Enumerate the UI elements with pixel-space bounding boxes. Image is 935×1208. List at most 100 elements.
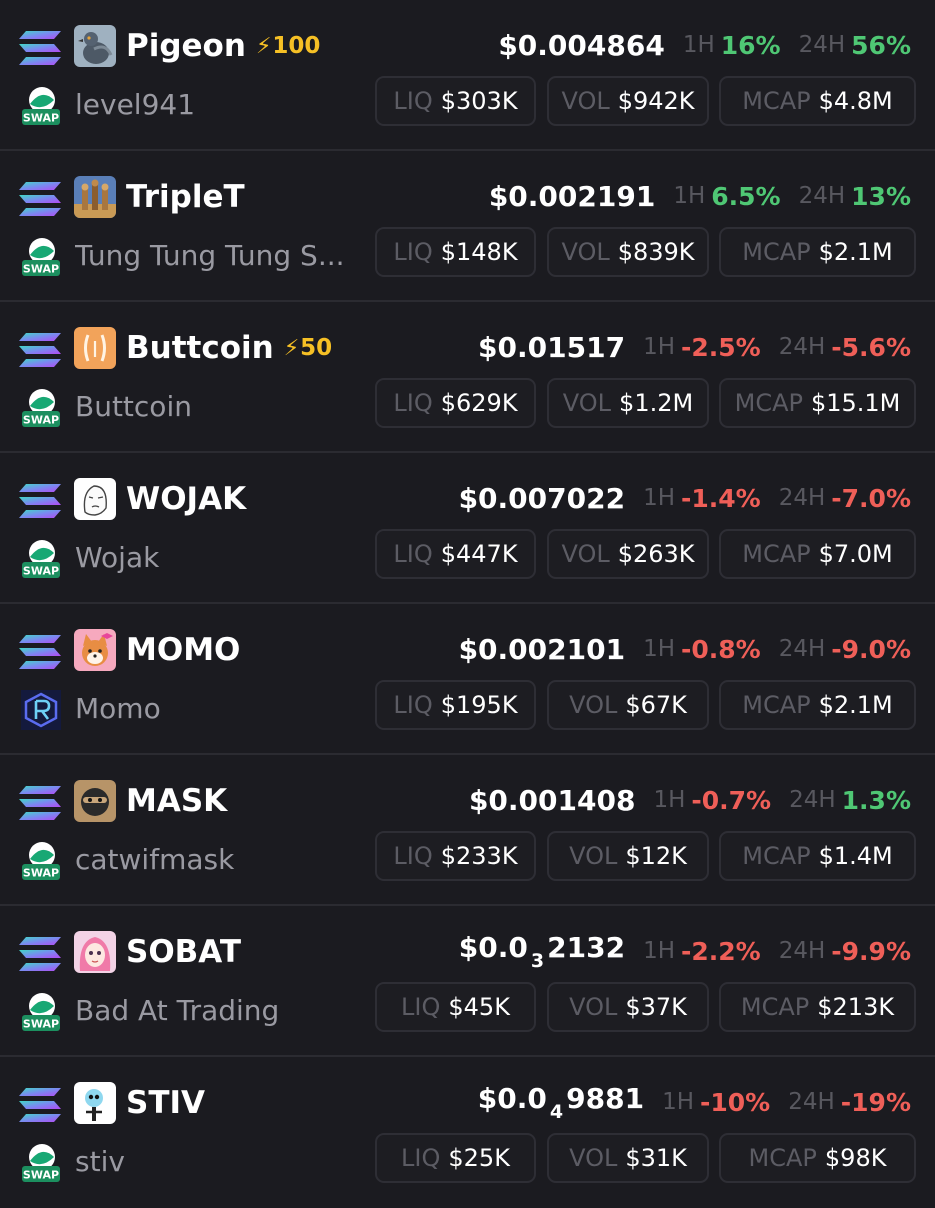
liquidity-stat[interactable]: LIQ $195K	[375, 680, 536, 730]
price-line: $0.002191 1H 6.5% 24H 13%	[489, 175, 911, 217]
momo-avatar-icon	[74, 629, 116, 671]
change-24h: 13%	[851, 181, 911, 211]
change-24h: -7.0%	[831, 483, 911, 513]
price-line: $0.002101 1H -0.8% 24H -9.0%	[459, 628, 911, 670]
volume-stat[interactable]: VOL $263K	[547, 529, 709, 579]
price-line: $0.001408 1H -0.7% 24H 1.3%	[469, 779, 911, 821]
market-cap-stat[interactable]: MCAP $2.1M	[719, 680, 916, 730]
token-price: $0.007022	[458, 481, 626, 515]
token-row[interactable]: Buttcoin ⚡50 SWAP Buttcoin $0.01517 1H -2…	[0, 302, 935, 453]
market-cap-stat[interactable]: MCAP $213K	[719, 982, 916, 1032]
token-name: Wojak	[75, 541, 160, 574]
stiv-avatar-icon	[74, 1082, 116, 1124]
swap-icon: SWAP	[21, 537, 61, 581]
token-price: $0.01517	[478, 330, 626, 364]
change-1h-label: 1H	[682, 32, 715, 58]
token-row[interactable]: Pigeon ⚡100 SWAP level941 $0.004864 1H 16…	[0, 0, 935, 151]
token-symbol[interactable]: MOMO	[126, 628, 240, 672]
change-24h: -5.6%	[831, 332, 911, 362]
token-name: Buttcoin	[75, 390, 192, 423]
change-1h: -10%	[700, 1087, 771, 1117]
triplet-avatar-icon	[74, 176, 116, 218]
change-24h-label: 24H	[798, 183, 846, 209]
volume-stat[interactable]: VOL $839K	[547, 227, 709, 277]
token-symbol[interactable]: WOJAK	[126, 477, 246, 521]
market-cap-stat[interactable]: MCAP $2.1M	[719, 227, 916, 277]
token-list: Pigeon ⚡100 SWAP level941 $0.004864 1H 16…	[0, 0, 935, 1208]
change-24h-label: 24H	[798, 32, 846, 58]
token-row[interactable]: WOJAK SWAP Wojak $0.007022 1H -1.4% 24H …	[0, 453, 935, 604]
price-line: $0.0 4 9881 1H -10% 24H -19%	[478, 1081, 911, 1123]
token-symbol[interactable]: Pigeon ⚡100	[126, 24, 320, 69]
lightning-bolt-icon: ⚡	[255, 34, 272, 59]
token-symbol[interactable]: STIV	[126, 1081, 205, 1125]
change-1h: -0.8%	[681, 634, 761, 664]
liquidity-stat[interactable]: LIQ $303K	[375, 76, 536, 126]
change-24h: -9.0%	[831, 634, 911, 664]
market-cap-stat[interactable]: MCAP $4.8M	[719, 76, 916, 126]
change-1h-label: 1H	[643, 938, 675, 964]
change-1h-label: 1H	[662, 1089, 694, 1115]
svg-text:SWAP: SWAP	[23, 565, 59, 578]
liquidity-stat[interactable]: LIQ $148K	[375, 227, 536, 277]
swap-icon: SWAP	[21, 84, 61, 128]
swap-icon: SWAP	[21, 839, 61, 883]
volume-stat[interactable]: VOL $31K	[547, 1133, 709, 1183]
token-name: Momo	[75, 692, 161, 725]
liquidity-stat[interactable]: LIQ $25K	[375, 1133, 536, 1183]
volume-stat[interactable]: VOL $1.2M	[547, 378, 709, 428]
solana-icon	[18, 181, 62, 217]
token-symbol[interactable]: MASK	[126, 779, 227, 823]
boost-badge: ⚡100	[255, 33, 321, 59]
token-name: Bad At Trading	[75, 994, 280, 1027]
change-1h-label: 1H	[673, 183, 706, 209]
mask-avatar-icon	[74, 780, 116, 822]
liquidity-stat[interactable]: LIQ $45K	[375, 982, 536, 1032]
price-line: $0.004864 1H 16% 24H 56%	[498, 24, 911, 66]
token-symbol[interactable]: Buttcoin ⚡50	[126, 326, 332, 371]
token-price: $0.002191	[488, 179, 656, 213]
token-price: $0.001408	[468, 783, 636, 817]
token-price: $0.0 4 9881	[477, 1081, 645, 1123]
volume-stat[interactable]: VOL $37K	[547, 982, 709, 1032]
volume-stat[interactable]: VOL $67K	[547, 680, 709, 730]
market-cap-stat[interactable]: MCAP $7.0M	[719, 529, 916, 579]
change-24h: 1.3%	[841, 785, 911, 815]
token-row[interactable]: STIV SWAP stiv $0.0 4 9881 1H -10% 24H -19…	[0, 1057, 935, 1208]
market-cap-stat[interactable]: MCAP $1.4M	[719, 831, 916, 881]
change-24h-label: 24H	[789, 787, 836, 813]
volume-stat[interactable]: VOL $12K	[547, 831, 709, 881]
token-row[interactable]: MOMO Momo $0.002101 1H -0.8% 24H -9.0% L…	[0, 604, 935, 755]
solana-icon	[18, 936, 62, 972]
svg-text:SWAP: SWAP	[23, 1169, 59, 1182]
market-cap-stat[interactable]: MCAP $15.1M	[719, 378, 916, 428]
solana-icon	[18, 634, 62, 670]
liquidity-stat[interactable]: LIQ $233K	[375, 831, 536, 881]
change-1h: -0.7%	[691, 785, 772, 815]
token-row[interactable]: TripleT SWAP Tung Tung Tung S... $0.0021…	[0, 151, 935, 302]
svg-text:SWAP: SWAP	[23, 1018, 59, 1031]
token-row[interactable]: MASK SWAP catwifmask $0.001408 1H -0.7% …	[0, 755, 935, 906]
change-1h-label: 1H	[653, 787, 686, 813]
change-24h-label: 24H	[778, 485, 826, 511]
swap-icon: SWAP	[21, 386, 61, 430]
token-symbol[interactable]: SOBAT	[126, 930, 241, 974]
change-24h-label: 24H	[778, 334, 826, 360]
svg-text:SWAP: SWAP	[23, 414, 59, 427]
market-cap-stat[interactable]: MCAP $98K	[719, 1133, 916, 1183]
solana-icon	[18, 332, 62, 368]
volume-stat[interactable]: VOL $942K	[547, 76, 709, 126]
svg-text:SWAP: SWAP	[23, 263, 59, 276]
liquidity-stat[interactable]: LIQ $629K	[375, 378, 536, 428]
change-1h-label: 1H	[643, 485, 675, 511]
liquidity-stat[interactable]: LIQ $447K	[375, 529, 536, 579]
token-row[interactable]: SOBAT SWAP Bad At Trading $0.0 3 2132 1H -…	[0, 906, 935, 1057]
token-symbol[interactable]: TripleT	[126, 175, 245, 219]
price-line: $0.0 3 2132 1H -2.2% 24H -9.9%	[459, 930, 911, 972]
swap-icon: SWAP	[21, 235, 61, 279]
boost-badge: ⚡50	[283, 335, 333, 361]
change-24h: -9.9%	[831, 936, 911, 966]
pigeon-avatar-icon	[74, 25, 116, 67]
token-price: $0.002101	[458, 632, 626, 666]
token-name: Tung Tung Tung S...	[75, 239, 345, 272]
